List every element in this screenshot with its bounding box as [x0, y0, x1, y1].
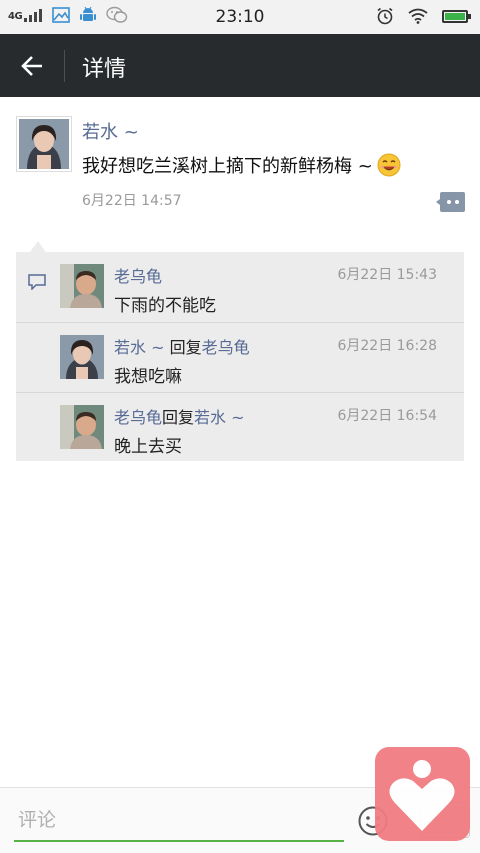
- comment-text: 我想吃嘛: [114, 367, 182, 387]
- status-right: [376, 7, 471, 25]
- post-text: 我好想吃兰溪树上摘下的新鲜杨梅 ~: [82, 156, 373, 177]
- heart-icon: [389, 760, 455, 831]
- comment-author[interactable]: 若水 ~: [114, 338, 165, 357]
- comment-author[interactable]: 老乌龟: [114, 267, 162, 286]
- comment-menu-icon[interactable]: [436, 192, 465, 212]
- page-title: 详情: [82, 57, 127, 82]
- comment-author-line: 老乌龟: [114, 263, 162, 287]
- smiling-face-icon: [377, 153, 401, 177]
- post-content: 我好想吃兰溪树上摘下的新鲜杨梅 ~: [82, 152, 401, 178]
- wifi-icon: [408, 8, 428, 24]
- comment-row[interactable]: 老乌龟 6月22日 15:43 下雨的不能吃: [16, 252, 464, 322]
- reply-target[interactable]: 老乌龟: [202, 338, 250, 357]
- comment-timestamp: 6月22日 16:28: [337, 338, 437, 354]
- comment-author-line: 老乌龟回复若水 ~: [114, 404, 245, 428]
- avatar: [60, 405, 104, 449]
- back-button[interactable]: [14, 48, 50, 84]
- comment-text: 晚上去买: [114, 437, 182, 457]
- reply-word: 回复: [169, 338, 202, 357]
- reply-word: 回复: [162, 408, 195, 427]
- alarm-icon: [377, 7, 393, 25]
- battery-icon: [442, 9, 471, 23]
- avatar: [60, 264, 104, 308]
- comment-timestamp: 6月22日 15:43: [337, 267, 437, 283]
- comment-row[interactable]: 老乌龟回复若水 ~ 6月22日 16:54 晚上去买: [16, 392, 464, 462]
- comment-text: 下雨的不能吃: [114, 296, 216, 316]
- title-bar: 详情: [0, 34, 480, 97]
- back-arrow-icon: [21, 56, 42, 76]
- avatar: [60, 335, 104, 379]
- comments-pointer: [30, 241, 46, 252]
- comment-list: 老乌龟 6月22日 15:43 下雨的不能吃 若水 ~ 回复老乌龟 6月22日 …: [16, 252, 464, 461]
- post-author-avatar[interactable]: [16, 116, 72, 172]
- reply-target[interactable]: 若水 ~: [194, 408, 245, 427]
- comment-timestamp: 6月22日 16:54: [337, 408, 437, 424]
- post-author-name[interactable]: 若水 ~: [82, 118, 139, 144]
- comment-input[interactable]: [14, 800, 344, 842]
- comment-author[interactable]: 老乌龟: [114, 408, 162, 427]
- floating-heart-widget[interactable]: [375, 747, 470, 841]
- post-timestamp: 6月22日 14:57: [82, 193, 182, 209]
- title-divider: [64, 50, 65, 82]
- comment-row[interactable]: 若水 ~ 回复老乌龟 6月22日 16:28 我想吃嘛: [16, 322, 464, 392]
- avatar: [19, 119, 69, 169]
- status-bar: 4G 23:10: [0, 0, 480, 34]
- comment-author-line: 若水 ~ 回复老乌龟: [114, 334, 250, 358]
